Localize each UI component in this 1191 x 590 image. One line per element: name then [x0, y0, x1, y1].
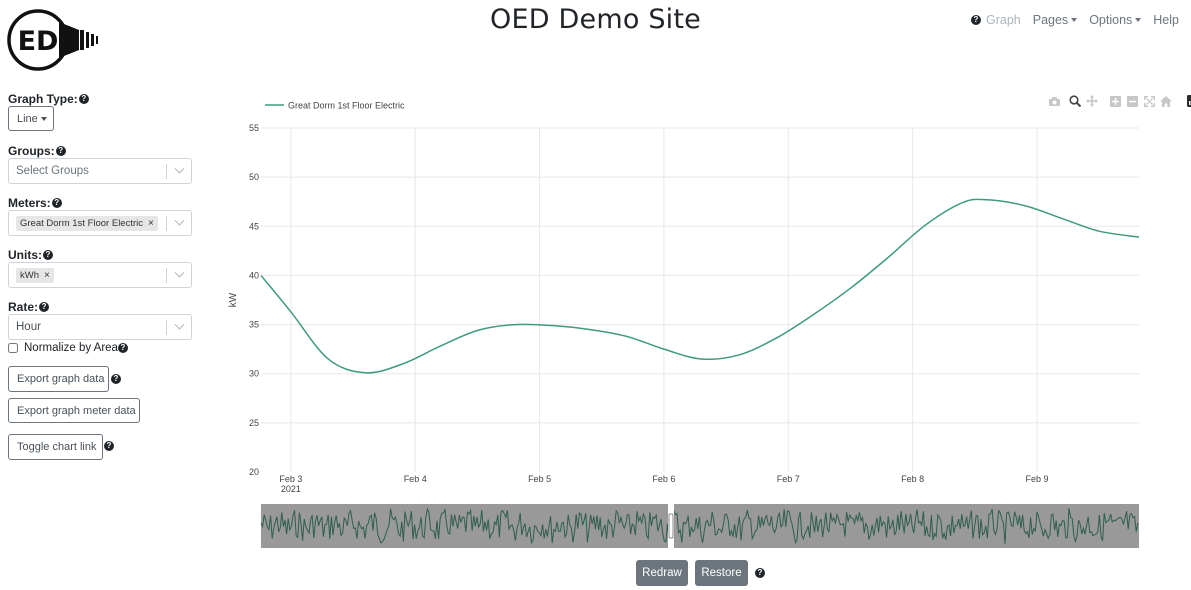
- legend-label: Great Dorm 1st Floor Electric: [288, 101, 405, 111]
- chart-legend: Great Dorm 1st Floor Electric: [265, 101, 405, 111]
- redraw-label: Redraw: [642, 567, 682, 579]
- y-tick-label: 40: [249, 270, 259, 280]
- chart-grid: [261, 127, 1139, 472]
- restore-button[interactable]: Restore: [695, 560, 748, 586]
- y-tick-label: 25: [249, 418, 259, 428]
- x-tick-label: Feb 6: [652, 474, 675, 484]
- question-circle-icon[interactable]: ?: [755, 568, 765, 578]
- x-tick-label: Feb 7: [777, 474, 800, 484]
- line-chart[interactable]: 20 25 30 35 40 45 50 55 Feb 3 Feb 4 Feb 5 Feb 6 Feb …: [0, 0, 1191, 590]
- x-tick-label: Feb 3: [279, 474, 302, 484]
- y-tick-label: 50: [249, 172, 259, 182]
- y-tick-label: 45: [249, 221, 259, 231]
- redraw-button[interactable]: Redraw: [636, 560, 688, 586]
- x-tick-label: Feb 4: [404, 474, 427, 484]
- x-tick-label: Feb 9: [1026, 474, 1049, 484]
- chart-series: [260, 198, 1140, 374]
- x-year-label: 2021: [281, 484, 301, 494]
- chart-ticks: 20 25 30 35 40 45 50 55 Feb 3 Feb 4 Feb 5 Feb 6 Feb …: [228, 123, 1049, 494]
- y-tick-label: 20: [249, 467, 259, 477]
- x-tick-label: Feb 5: [528, 474, 551, 484]
- series-line: [260, 198, 1140, 374]
- range-slider: [260, 504, 1139, 548]
- restore-label: Restore: [701, 567, 742, 579]
- x-tick-label: Feb 8: [901, 474, 924, 484]
- y-tick-label: 30: [249, 369, 259, 379]
- y-axis-label: kW: [228, 292, 239, 307]
- y-tick-label: 35: [249, 320, 259, 330]
- y-tick-label: 55: [249, 123, 259, 133]
- range-slider-handle: [668, 513, 674, 539]
